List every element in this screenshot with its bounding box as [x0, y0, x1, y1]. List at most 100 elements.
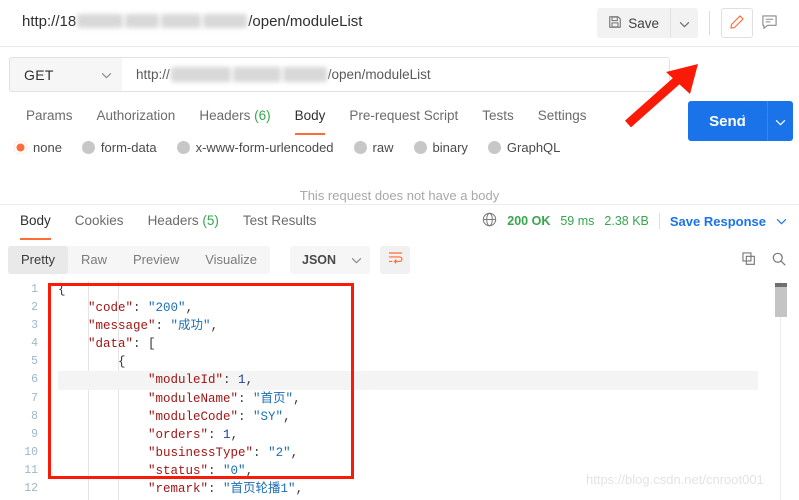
- radio-icon: [413, 141, 427, 154]
- view-preview[interactable]: Preview: [120, 246, 192, 274]
- url-input[interactable]: http:// /open/moduleList: [122, 57, 670, 92]
- line-number: 10: [24, 445, 38, 459]
- line-number: 1: [31, 283, 38, 296]
- line-number: 9: [31, 427, 38, 441]
- comment-icon: [761, 14, 778, 33]
- response-tools: [741, 251, 787, 272]
- tab-label: Authorization: [96, 108, 176, 123]
- body-type-urlencoded[interactable]: x-www-form-urlencoded: [176, 140, 334, 155]
- chevron-down-icon: [679, 16, 690, 31]
- line-number: 11: [24, 463, 38, 477]
- url-suffix: /open/moduleList: [327, 67, 431, 82]
- save-icon: [608, 15, 622, 32]
- http-method-label: GET: [24, 66, 54, 83]
- response-tab-test-results[interactable]: Test Results: [231, 206, 329, 241]
- redacted-host-segment: [282, 67, 327, 82]
- response-body-viewer[interactable]: 1 2 3 4 5 6 7 8 9 10 11 12 { "code": "20…: [0, 281, 799, 500]
- code-line: "orders": 1,: [148, 427, 239, 442]
- tab-authorization[interactable]: Authorization: [85, 101, 188, 136]
- code-line: "businessType": "2",: [148, 445, 299, 460]
- code-line: "message": "成功",: [88, 319, 219, 334]
- tab-label: Headers: [147, 213, 199, 228]
- radio-icon: [353, 141, 367, 154]
- empty-body-message: This request does not have a body: [299, 188, 500, 203]
- line-number: 12: [24, 482, 38, 496]
- request-title: http://18/open/moduleList: [22, 13, 362, 30]
- globe-icon: [482, 212, 497, 230]
- word-wrap-icon: [387, 250, 404, 270]
- url-prefix: http://: [136, 67, 170, 82]
- pane-divider[interactable]: [0, 204, 799, 205]
- divider: [658, 213, 660, 229]
- tab-label: Pre-request Script: [349, 108, 459, 123]
- http-method-select[interactable]: GET: [9, 57, 123, 92]
- body-type-raw[interactable]: raw: [353, 140, 394, 155]
- radio-icon: [81, 141, 95, 154]
- tab-settings[interactable]: Settings: [526, 101, 599, 136]
- request-bar: GET http:///open/moduleList Send: [0, 47, 799, 141]
- request-title-prefix: http://18: [22, 13, 77, 30]
- tab-body[interactable]: Body: [283, 101, 338, 136]
- line-number: 3: [31, 319, 38, 333]
- radio-icon: [14, 141, 27, 154]
- tab-label: Cookies: [74, 213, 124, 228]
- tab-label: Params: [26, 108, 73, 123]
- tab-headers[interactable]: Headers (6): [187, 101, 282, 136]
- code-line: "code": "200",: [88, 301, 194, 316]
- save-button[interactable]: Save: [597, 8, 670, 38]
- view-visualize[interactable]: Visualize: [192, 246, 270, 274]
- redacted-host-segment: [161, 14, 202, 28]
- scrollbar-thumb[interactable]: [775, 283, 787, 317]
- response-tab-body[interactable]: Body: [8, 206, 63, 241]
- language-select[interactable]: JSON: [290, 246, 370, 274]
- tab-label: Settings: [537, 108, 587, 123]
- headers-count-badge: (6): [254, 108, 271, 123]
- save-response-button[interactable]: Save Response: [670, 214, 766, 229]
- code-line: "data": [: [88, 337, 156, 352]
- code-line: {: [58, 355, 126, 370]
- edit-request-button[interactable]: [721, 8, 753, 38]
- status-code: 200 OK: [507, 214, 551, 228]
- code-line: "moduleName": "首页",: [148, 391, 301, 406]
- view-raw[interactable]: Raw: [68, 246, 120, 274]
- search-icon[interactable]: [771, 251, 787, 272]
- request-tabs: Params Authorization Headers (6) Body Pr…: [0, 101, 799, 136]
- tab-label: Body: [20, 213, 51, 228]
- copy-icon[interactable]: [741, 251, 757, 272]
- radio-icon: [176, 141, 190, 154]
- body-type-label: GraphQL: [506, 140, 561, 155]
- radio-icon: [487, 141, 501, 154]
- body-type-none[interactable]: none: [14, 140, 62, 155]
- tab-params[interactable]: Params: [14, 101, 85, 136]
- cookies-link[interactable]: Cookies: [736, 106, 785, 121]
- tab-label: Test Results: [242, 213, 317, 228]
- language-label: JSON: [302, 253, 337, 267]
- body-type-label: binary: [432, 140, 468, 155]
- code-line: "status": "0",: [148, 463, 254, 478]
- word-wrap-button[interactable]: [380, 246, 410, 274]
- tab-pre-request-script[interactable]: Pre-request Script: [337, 101, 470, 136]
- line-number: 2: [31, 301, 38, 315]
- body-type-label: none: [33, 140, 62, 155]
- chevron-down-icon[interactable]: [776, 214, 787, 228]
- line-number-gutter: 1 2 3 4 5 6 7 8 9 10 11 12: [0, 281, 44, 500]
- redacted-host-segment: [203, 14, 248, 28]
- body-type-form-data[interactable]: form-data: [81, 140, 157, 155]
- body-type-graphql[interactable]: GraphQL: [487, 140, 561, 155]
- tab-label: Body: [294, 108, 326, 123]
- tab-tests[interactable]: Tests: [470, 101, 526, 136]
- response-tab-headers[interactable]: Headers (5): [136, 206, 231, 241]
- request-title-suffix: /open/moduleList: [248, 13, 363, 30]
- save-options-button[interactable]: [670, 8, 698, 38]
- response-tab-cookies[interactable]: Cookies: [63, 206, 136, 241]
- comments-button[interactable]: [753, 8, 785, 38]
- code-line: "moduleId": 1,: [58, 371, 758, 390]
- chevron-down-icon: [101, 66, 112, 84]
- body-type-binary[interactable]: binary: [413, 140, 468, 155]
- response-headers-count-badge: (5): [202, 213, 219, 228]
- view-pretty[interactable]: Pretty: [8, 246, 68, 274]
- body-type-label: x-www-form-urlencoded: [195, 140, 334, 155]
- redacted-host-segment: [232, 67, 281, 82]
- response-format-bar: Pretty Raw Preview Visualize JSON: [0, 240, 799, 280]
- response-time: 59 ms: [560, 214, 595, 228]
